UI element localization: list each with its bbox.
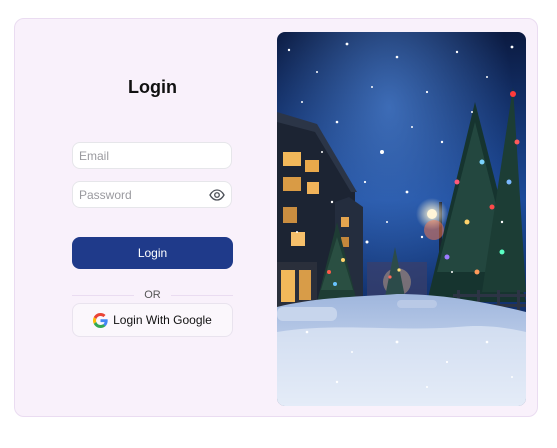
or-divider: OR bbox=[72, 288, 233, 302]
password-field[interactable] bbox=[72, 181, 232, 208]
divider-line bbox=[72, 294, 135, 296]
login-card: Login Login OR bbox=[14, 18, 538, 417]
google-login-label: Login With Google bbox=[113, 313, 212, 327]
google-logo-icon bbox=[93, 312, 108, 328]
or-label: OR bbox=[144, 289, 161, 301]
email-field[interactable] bbox=[72, 142, 232, 169]
password-input[interactable] bbox=[79, 187, 209, 202]
email-input[interactable] bbox=[79, 148, 225, 163]
page-title: Login bbox=[128, 77, 177, 97]
eye-icon[interactable] bbox=[209, 187, 225, 203]
login-button[interactable]: Login bbox=[72, 237, 233, 269]
login-form-panel: Login Login OR bbox=[15, 19, 277, 416]
divider-line bbox=[170, 294, 233, 296]
hero-image bbox=[277, 32, 526, 406]
google-login-button[interactable]: Login With Google bbox=[72, 303, 233, 337]
